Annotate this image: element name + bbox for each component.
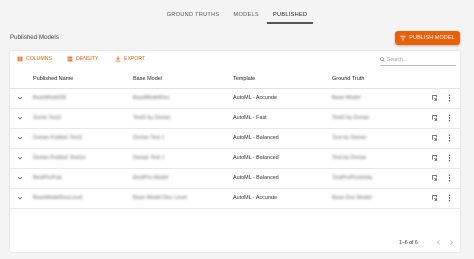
rocket-icon[interactable] <box>431 194 438 201</box>
cell-name: BaseModel2E <box>33 95 67 101</box>
cell-name: Some Test2 <box>33 115 62 121</box>
export-button[interactable]: EXPORT <box>115 56 145 62</box>
cell-base: BestPro Model <box>133 175 169 181</box>
cell-template: AutoML - Fast <box>233 115 267 121</box>
density-icon <box>67 56 73 62</box>
chevron-down-icon[interactable] <box>17 135 23 141</box>
publish-model-button[interactable]: PUBLISH MODEL <box>395 31 460 45</box>
cell-name: BestProPub <box>33 175 62 181</box>
table-row[interactable]: BaseModel2E BaseModelDoc AutoML - Accurate… <box>10 89 460 109</box>
tab-ground-truths[interactable]: GROUND TRUTHS <box>161 12 226 24</box>
search-icon <box>380 57 385 62</box>
more-vert-icon[interactable] <box>447 154 452 162</box>
column-header-template[interactable]: Template <box>233 76 255 82</box>
cell-base: Dorian Test 1 <box>133 135 165 141</box>
tab-models[interactable]: MODELS <box>228 12 265 24</box>
cell-ground-truth: Test by Dorian <box>332 155 367 161</box>
table-row[interactable]: Dorian Publish Test1a Dorian Test 1 AutoML… <box>10 149 460 169</box>
cell-base: BaseModelDoc <box>133 95 170 101</box>
column-header-base-model[interactable]: Base Model <box>133 76 162 82</box>
cell-template: AutoML - Accurate <box>233 195 278 201</box>
search-input[interactable] <box>387 56 451 63</box>
chevron-down-icon[interactable] <box>17 115 23 121</box>
density-button[interactable]: DENSITY <box>67 56 98 62</box>
density-label: DENSITY <box>76 56 99 62</box>
chevron-down-icon[interactable] <box>17 175 23 181</box>
table-toolbar: COLUMNS DENSITY EXPORT <box>10 51 460 69</box>
next-page-icon[interactable] <box>448 239 455 246</box>
rocket-icon[interactable] <box>431 114 438 121</box>
cell-ground-truth: Base Doc Model <box>332 195 372 201</box>
cell-template: AutoML - Balanced <box>233 175 279 181</box>
cell-ground-truth: Base Model <box>332 95 361 101</box>
rocket-icon[interactable] <box>431 134 438 141</box>
previous-page-icon[interactable] <box>435 239 442 246</box>
cell-name: BaseModelDocLevel <box>33 195 83 201</box>
cell-template: AutoML - Accurate <box>233 95 278 101</box>
table-footer: 1–6 of 6 <box>10 236 460 250</box>
cell-base: Base Model Doc Level <box>133 195 187 201</box>
rocket-icon[interactable] <box>431 94 438 101</box>
table-row[interactable]: BestProPub BestPro Model AutoML - Balanced… <box>10 169 460 189</box>
download-icon <box>115 56 121 62</box>
publish-model-label: PUBLISH MODEL <box>409 35 455 41</box>
more-vert-icon[interactable] <box>447 134 452 142</box>
rocket-icon[interactable] <box>431 154 438 161</box>
cell-name: Dorian Publish Test1 <box>33 135 83 141</box>
more-vert-icon[interactable] <box>447 194 452 202</box>
pagination-range: 1–6 of 6 <box>399 240 418 246</box>
table-row[interactable]: Some Test2 Test2 by Dorian AutoML - Fast Te… <box>10 109 460 129</box>
export-label: EXPORT <box>124 56 146 62</box>
more-vert-icon[interactable] <box>447 114 452 122</box>
more-vert-icon[interactable] <box>447 94 452 102</box>
cell-template: AutoML - Balanced <box>233 155 279 161</box>
search-box <box>380 54 456 66</box>
cell-template: AutoML - Balanced <box>233 135 279 141</box>
page-title: Published Models <box>10 34 59 41</box>
publish-icon <box>400 35 407 41</box>
cell-ground-truth: TestProProximity <box>332 175 373 181</box>
cell-name: Dorian Publish Test1a <box>33 155 86 161</box>
chevron-down-icon[interactable] <box>17 195 23 201</box>
columns-icon <box>17 56 23 62</box>
table-row[interactable]: Dorian Publish Test1 Dorian Test 1 AutoML … <box>10 129 460 149</box>
columns-button[interactable]: COLUMNS <box>17 56 52 62</box>
column-header-published-name[interactable]: Published Name <box>33 76 73 82</box>
cell-ground-truth: Test2 by Dorian <box>332 115 370 121</box>
column-header-ground-truth[interactable]: Ground Truth <box>332 76 364 82</box>
table-row[interactable]: BaseModelDocLevel Base Model Doc Level Aut… <box>10 189 460 209</box>
chevron-down-icon[interactable] <box>17 95 23 101</box>
cell-base: Dorian Test 1 <box>133 155 165 161</box>
table-header: Published Name Base Model Template Groun… <box>10 70 460 89</box>
columns-label: COLUMNS <box>26 56 52 62</box>
chevron-down-icon[interactable] <box>17 155 23 161</box>
cell-ground-truth: Test by Dorian <box>332 135 367 141</box>
rocket-icon[interactable] <box>431 174 438 181</box>
top-navigation: GROUND TRUTHS MODELS PUBLISHED <box>0 0 474 24</box>
more-vert-icon[interactable] <box>447 174 452 182</box>
models-table-card: COLUMNS DENSITY EXPORT Published Name Ba… <box>10 51 460 252</box>
tab-published[interactable]: PUBLISHED <box>266 12 314 24</box>
cell-base: Test2 by Dorian <box>133 115 171 121</box>
